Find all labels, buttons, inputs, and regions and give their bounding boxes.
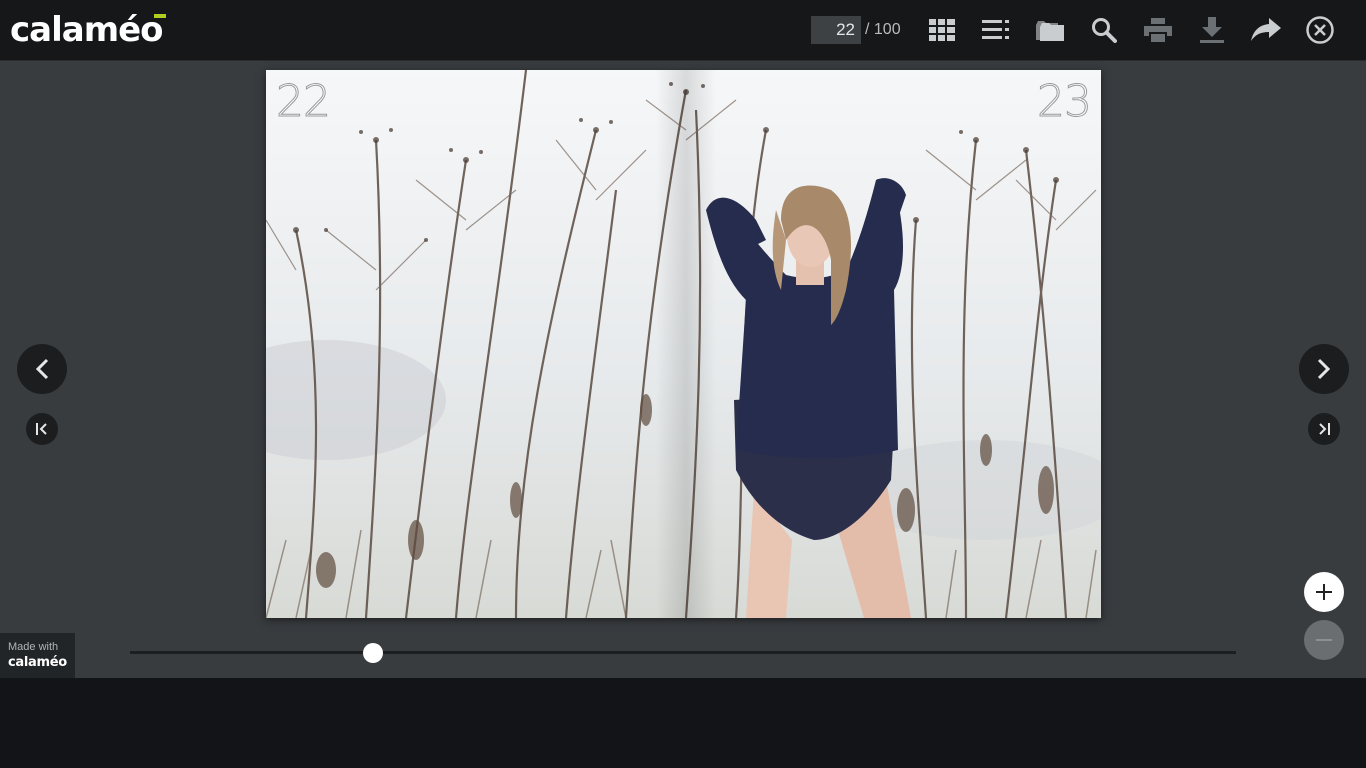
share-button[interactable] [1249, 13, 1283, 47]
download-icon [1200, 17, 1224, 43]
logo-accent [154, 14, 166, 18]
grid-icon [929, 19, 955, 41]
right-page-number: 23 [1037, 76, 1093, 128]
last-page-icon [1319, 423, 1330, 435]
print-icon [1144, 18, 1172, 42]
next-page-button[interactable] [1299, 344, 1349, 394]
library-button[interactable] [1033, 13, 1067, 47]
first-page-button[interactable] [26, 413, 58, 445]
made-with-brand: calaméo [8, 655, 67, 670]
current-page-input[interactable]: 22 [811, 16, 861, 44]
document-spread[interactable]: 22 23 [266, 70, 1101, 618]
share-icon [1251, 18, 1281, 41]
zoom-in-button[interactable] [1304, 572, 1344, 612]
chevron-right-icon [1317, 358, 1331, 380]
print-button[interactable] [1141, 13, 1175, 47]
minus-icon [1316, 639, 1332, 641]
zoom-out-button[interactable] [1304, 620, 1344, 660]
page-slider-track[interactable] [130, 651, 1236, 654]
spread-photo [266, 70, 1101, 618]
search-icon [1092, 18, 1117, 43]
made-with-calameo-badge[interactable]: Made with calaméo [0, 633, 75, 678]
made-with-label: Made with [8, 641, 59, 653]
grid-view-button[interactable] [925, 13, 959, 47]
close-icon [1306, 16, 1334, 44]
first-page-icon [36, 423, 47, 435]
search-button[interactable] [1087, 13, 1121, 47]
folder-icon [1036, 21, 1064, 41]
menu-list-icon [982, 20, 1009, 39]
chevron-left-icon [35, 358, 49, 380]
close-button[interactable] [1303, 13, 1337, 47]
plus-icon [1316, 584, 1332, 600]
left-page-number: 22 [276, 76, 332, 128]
previous-page-button[interactable] [17, 344, 67, 394]
download-button[interactable] [1195, 13, 1229, 47]
calameo-logo[interactable]: calaméo [10, 8, 166, 52]
logo-text: calaméo [10, 10, 164, 50]
last-page-button[interactable] [1308, 413, 1340, 445]
table-of-contents-button[interactable] [979, 13, 1013, 47]
top-toolbar: calaméo 22 / 100 [0, 0, 1366, 61]
page-total-label: / 100 [865, 21, 901, 38]
